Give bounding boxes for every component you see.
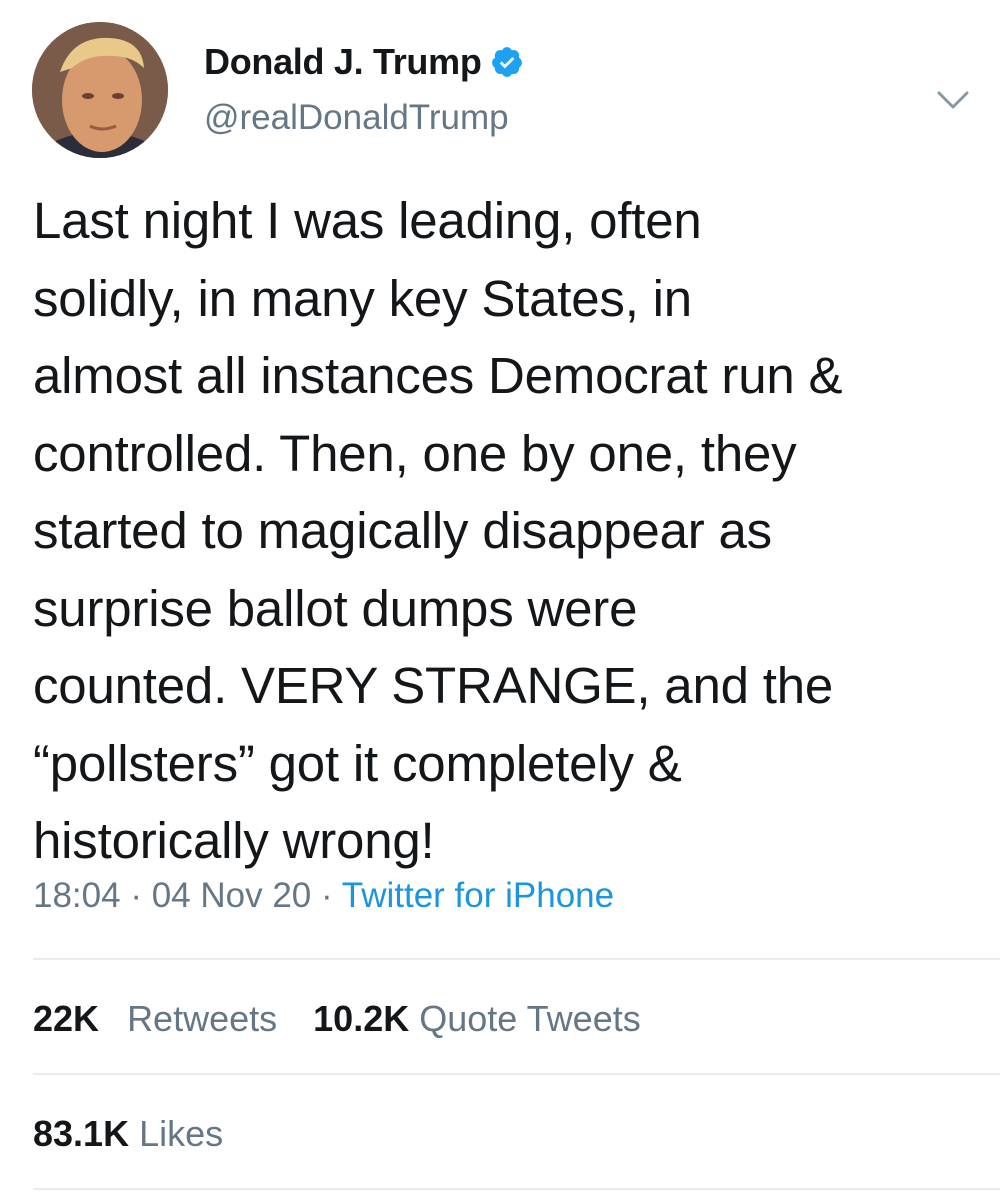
author-info: Donald J. Trump @realDonaldTrump <box>204 40 524 138</box>
divider <box>33 1188 1000 1190</box>
avatar[interactable] <box>32 22 168 158</box>
likes-link[interactable]: 83.1K Likes <box>33 1113 223 1154</box>
tweet: Donald J. Trump @realDonaldTrump Last ni… <box>0 0 1000 1200</box>
quote-tweets-count: 10.2K <box>313 998 410 1039</box>
tweet-time[interactable]: 18:04 <box>33 876 121 915</box>
meta-separator: · <box>321 876 333 915</box>
tweet-text: Last night I was leading, often solidly,… <box>33 192 843 869</box>
display-name-row: Donald J. Trump <box>204 40 524 84</box>
divider <box>33 1073 1000 1075</box>
quote-tweets-label: Quote Tweets <box>419 998 641 1039</box>
verified-badge-icon <box>491 47 522 77</box>
tweet-source-link[interactable]: Twitter for iPhone <box>342 876 614 915</box>
meta-separator: · <box>130 876 142 915</box>
retweets-label: Retweets <box>127 998 278 1039</box>
divider <box>33 958 1000 960</box>
display-name[interactable]: Donald J. Trump <box>204 41 482 83</box>
avatar-image <box>32 22 168 158</box>
likes-label: Likes <box>139 1113 224 1154</box>
retweet-stats-row: 22K Retweets 10.2K Quote Tweets <box>33 998 641 1040</box>
likes-stats-row: 83.1K Likes <box>33 1113 223 1155</box>
tweet-date[interactable]: 04 Nov 20 <box>152 876 312 915</box>
retweets-count: 22K <box>33 998 100 1039</box>
tweet-header: Donald J. Trump @realDonaldTrump <box>32 22 972 162</box>
likes-count: 83.1K <box>33 1113 130 1154</box>
handle[interactable]: @realDonaldTrump <box>204 98 524 138</box>
tweet-meta: 18:04 · 04 Nov 20 · Twitter for iPhone <box>33 876 614 916</box>
chevron-down-icon[interactable] <box>934 86 972 114</box>
retweets-link[interactable]: 22K Retweets <box>33 998 287 1039</box>
quote-tweets-link[interactable]: 10.2K Quote Tweets <box>313 998 641 1039</box>
